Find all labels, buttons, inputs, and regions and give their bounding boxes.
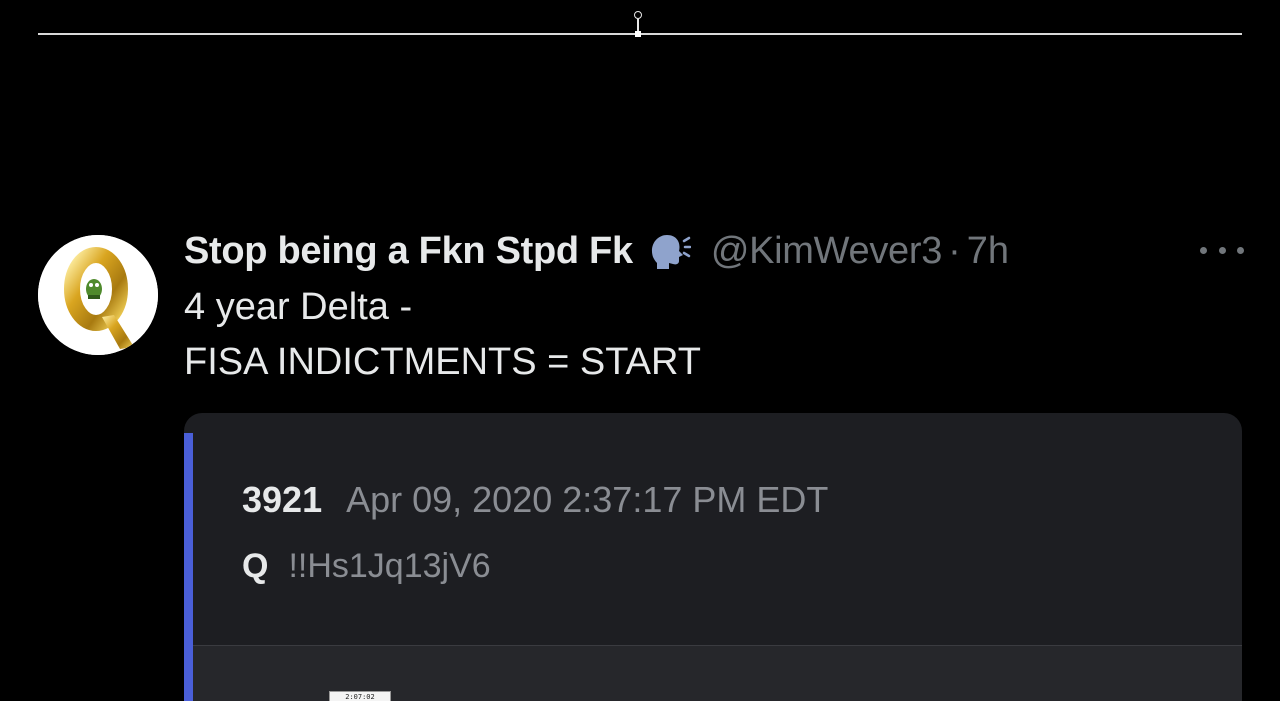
speaking-head-icon bbox=[647, 231, 692, 271]
avatar[interactable] bbox=[38, 235, 158, 355]
tripcode: !!Hs1Jq13jV6 bbox=[288, 547, 491, 585]
post-number: 3921 bbox=[242, 479, 323, 520]
tweet-text-line: 4 year Delta - bbox=[184, 286, 413, 328]
scrubber-playhead[interactable] bbox=[635, 31, 641, 37]
embedded-post-card[interactable]: 3921 Apr 09, 2020 2:37:17 PM EDT Q !!Hs1… bbox=[184, 413, 1242, 701]
gold-q-avatar-icon bbox=[38, 235, 158, 355]
video-frame: Stop being a Fkn Stpd Fk @KimWever3 · 7h… bbox=[0, 0, 1280, 701]
more-options-icon[interactable] bbox=[1200, 243, 1244, 257]
post-header: 3921 Apr 09, 2020 2:37:17 PM EDT bbox=[242, 479, 828, 521]
separator-dot: · bbox=[948, 229, 961, 272]
card-accent-bar bbox=[184, 433, 193, 701]
card-media-area: 2:07:02 bbox=[193, 646, 1242, 701]
post-author: Q !!Hs1Jq13jV6 bbox=[242, 547, 491, 586]
tweet-timestamp[interactable]: 7h bbox=[967, 230, 1009, 273]
author-name: Q bbox=[242, 547, 269, 585]
display-name[interactable]: Stop being a Fkn Stpd Fk bbox=[184, 230, 633, 273]
user-handle[interactable]: @KimWever3 bbox=[711, 230, 943, 273]
embedded-timestamp: 2:07:02 bbox=[329, 691, 391, 701]
tweet-header: Stop being a Fkn Stpd Fk @KimWever3 · 7h bbox=[184, 228, 1009, 274]
scrubber-handle-icon[interactable] bbox=[634, 11, 642, 19]
tweet-text-line: FISA INDICTMENTS = START bbox=[184, 341, 701, 383]
post-date: Apr 09, 2020 2:37:17 PM EDT bbox=[346, 479, 829, 520]
